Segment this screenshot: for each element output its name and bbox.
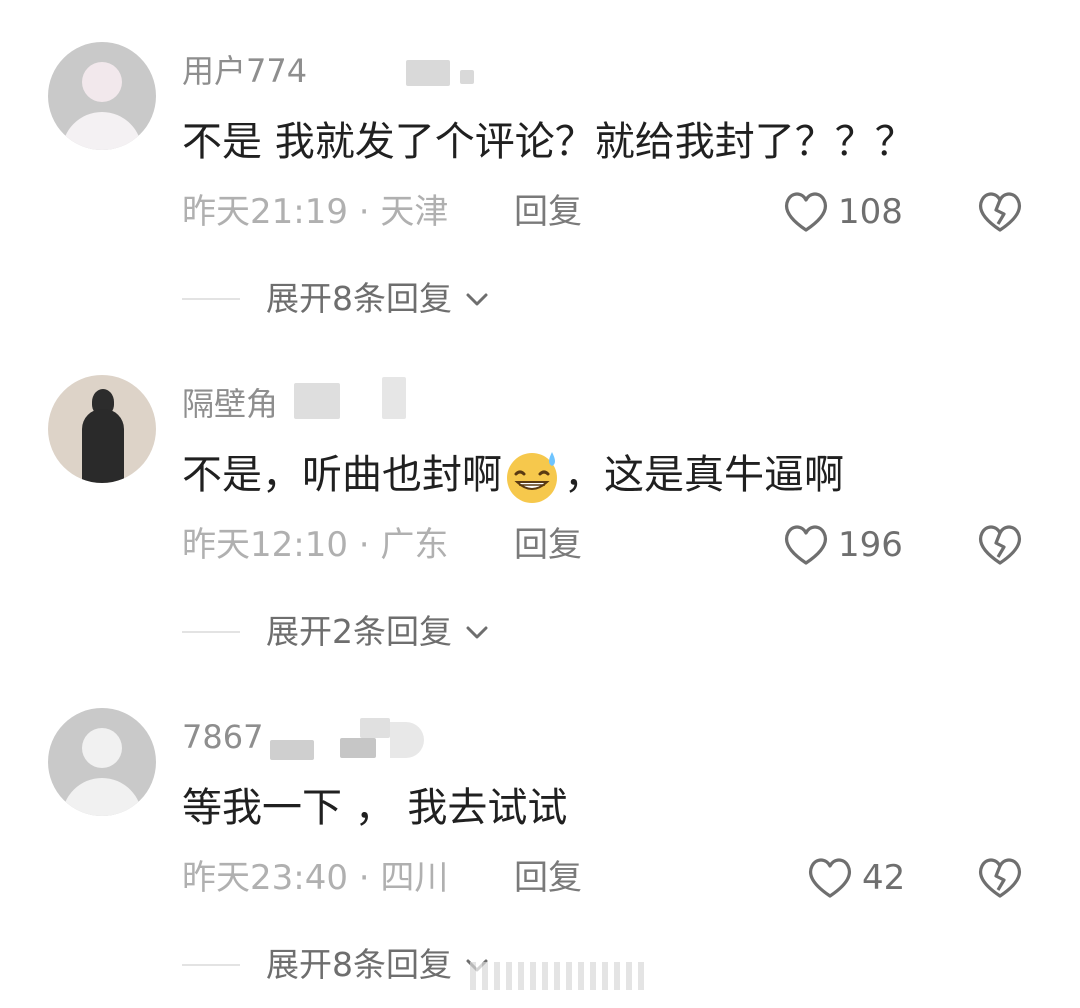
chevron-down-icon — [466, 293, 488, 306]
meta-separator: · — [358, 525, 370, 565]
like-count: 108 — [838, 192, 903, 232]
broken-heart-icon[interactable] — [976, 854, 1024, 902]
like-button[interactable]: 42 — [806, 852, 905, 904]
username-redaction — [360, 718, 390, 738]
heart-outline-icon — [809, 858, 851, 898]
reply-button[interactable]: 回复 — [514, 519, 582, 571]
comment-time: 昨天12:10 — [182, 525, 348, 565]
comment-meta: 昨天12:10 · 广东 — [182, 519, 448, 571]
comment-location: 广东 — [380, 525, 449, 565]
comment-time: 昨天21:19 — [182, 192, 348, 232]
grinning-sweat-emoji-icon — [507, 452, 557, 503]
expand-replies-button[interactable]: 展开8条回复 — [182, 940, 490, 990]
broken-heart-icon[interactable] — [976, 188, 1024, 236]
comment-meta: 昨天23:40 · 四川 — [182, 852, 448, 904]
username[interactable]: 7867 — [182, 716, 263, 758]
comment-location: 天津 — [380, 192, 449, 232]
comment-text-part: ，这是真牛逼啊 — [564, 452, 844, 498]
avatar-body-shape — [62, 778, 142, 816]
avatar-body-shape — [62, 112, 142, 150]
comment-meta: 昨天21:19 · 天津 — [182, 186, 448, 238]
username[interactable]: 隔壁角 — [182, 383, 278, 425]
comment-text: 不是 我就发了个评论？就给我封了？？？ — [182, 119, 915, 165]
expand-replies-label: 展开8条回复 — [266, 279, 452, 318]
avatar[interactable] — [48, 375, 156, 483]
divider-line — [182, 631, 240, 633]
comment-time: 昨天23:40 — [182, 858, 348, 898]
divider-line — [182, 298, 240, 300]
expand-replies-label: 展开2条回复 — [266, 612, 452, 651]
broken-heart-icon[interactable] — [976, 521, 1024, 569]
like-count: 42 — [862, 858, 906, 898]
like-count: 196 — [838, 525, 903, 565]
meta-separator: · — [358, 192, 370, 232]
username-redaction — [294, 383, 340, 419]
username-redaction — [340, 738, 376, 758]
username-redaction — [390, 722, 424, 758]
expand-replies-label: 展开8条回复 — [266, 945, 452, 984]
like-button[interactable]: 108 — [782, 186, 903, 238]
watermark — [470, 962, 650, 990]
divider-line — [182, 964, 240, 966]
reply-button[interactable]: 回复 — [514, 186, 582, 238]
comment-text: 等我一下 ， 我去试试 — [182, 785, 568, 831]
comment-location: 四川 — [380, 858, 449, 898]
avatar[interactable] — [48, 708, 156, 816]
expand-replies-button[interactable]: 展开2条回复 — [182, 607, 490, 657]
chevron-down-icon — [466, 626, 488, 639]
comment-item: 用户774 不是 我就发了个评论？就给我封了？？？ 昨天21:19 · 天津 回… — [0, 0, 1080, 333]
username-redaction — [406, 60, 450, 86]
heart-outline-icon — [785, 525, 827, 565]
avatar-figure-body — [82, 409, 124, 483]
username[interactable]: 用户774 — [182, 50, 307, 92]
username-redaction — [270, 740, 314, 760]
expand-replies-button[interactable]: 展开8条回复 — [182, 274, 490, 324]
comment-item: 隔壁角 不是，听曲也封啊 ，这是真牛逼啊 昨天12:10 · 广东 回复 196… — [0, 333, 1080, 666]
comment-text: 不是，听曲也封啊 ，这是真牛逼啊 — [182, 445, 844, 505]
reply-button[interactable]: 回复 — [514, 852, 582, 904]
avatar-head-shape — [82, 62, 122, 102]
comment-text-part: 不是，听曲也封啊 — [182, 452, 502, 498]
like-button[interactable]: 196 — [782, 519, 903, 571]
meta-separator: · — [358, 858, 370, 898]
heart-outline-icon — [785, 192, 827, 232]
username-redaction — [460, 70, 474, 84]
comment-item: 7867 等我一下 ， 我去试试 昨天23:40 · 四川 回复 42 展开8条… — [0, 666, 1080, 999]
username-redaction — [382, 377, 406, 419]
avatar-head-shape — [82, 728, 122, 768]
avatar[interactable] — [48, 42, 156, 150]
